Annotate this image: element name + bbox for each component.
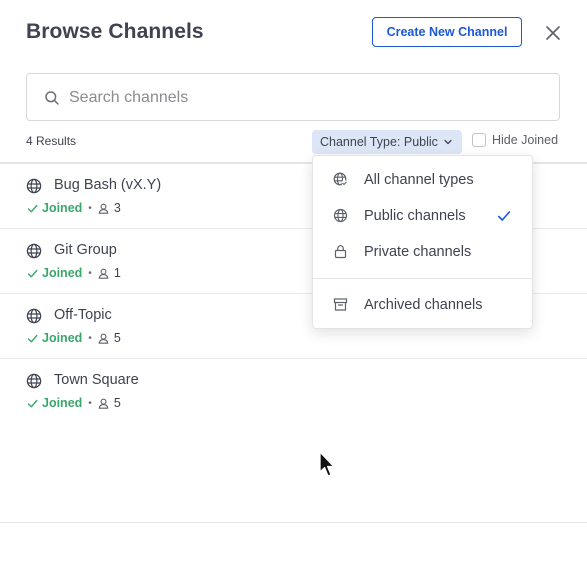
menu-item-private-channels[interactable]: Private channels: [313, 234, 532, 270]
hide-joined-checkbox[interactable]: [472, 133, 486, 147]
globe-icon: [26, 373, 42, 389]
chevron-down-icon: [444, 139, 452, 145]
search-box[interactable]: [26, 73, 560, 121]
menu-divider: [313, 278, 532, 279]
member-count: 5: [113, 396, 121, 410]
close-button[interactable]: [543, 23, 563, 43]
hide-joined-toggle[interactable]: Hide Joined: [472, 133, 558, 147]
member-count: 5: [113, 331, 121, 345]
create-new-channel-button[interactable]: Create New Channel: [372, 17, 522, 47]
joined-status: Joined: [42, 201, 83, 215]
channel-type-filter[interactable]: Channel Type: Public: [312, 130, 462, 154]
close-icon: [546, 26, 560, 40]
member-count: 3: [113, 201, 121, 215]
modal-header: Browse Channels Create New Channel: [0, 0, 587, 66]
menu-item-label: Private channels: [364, 244, 472, 260]
hide-joined-label: Hide Joined: [492, 133, 559, 147]
globe-icon: [26, 178, 42, 194]
channel-name[interactable]: Git Group: [54, 242, 117, 258]
menu-item-label: Public channels: [364, 208, 466, 224]
channel-row[interactable]: Town Square Joined • 5: [0, 359, 587, 423]
separator-dot: •: [88, 202, 92, 214]
member-count: 1: [113, 266, 121, 280]
divider: [0, 522, 587, 523]
separator-dot: •: [88, 267, 92, 279]
member-icon: [98, 203, 109, 214]
channel-name[interactable]: Town Square: [54, 372, 139, 388]
mouse-cursor-icon: [319, 451, 335, 477]
results-count: 4 Results: [26, 134, 77, 148]
joined-status: Joined: [42, 266, 83, 280]
menu-item-all-channel-types[interactable]: All channel types: [313, 162, 532, 198]
channel-meta: Joined • 1: [27, 266, 121, 280]
search-input[interactable]: [67, 85, 551, 111]
menu-item-label: Archived channels: [364, 297, 483, 313]
menu-item-label: All channel types: [364, 172, 474, 188]
channel-meta: Joined • 3: [27, 201, 121, 215]
globe-check-icon: [333, 172, 348, 187]
lock-icon: [334, 245, 347, 259]
check-icon: [27, 269, 38, 277]
globe-icon: [26, 308, 42, 324]
channel-meta: Joined • 5: [27, 331, 121, 345]
check-icon: [27, 334, 38, 342]
globe-icon: [333, 208, 348, 223]
modal-title: Browse Channels: [26, 20, 204, 43]
menu-item-archived-channels[interactable]: Archived channels: [313, 287, 532, 323]
channel-name[interactable]: Off-Topic: [54, 307, 112, 323]
member-icon: [98, 268, 109, 279]
channel-meta: Joined • 5: [27, 396, 121, 410]
joined-status: Joined: [42, 331, 83, 345]
separator-dot: •: [88, 397, 92, 409]
channel-type-menu: All channel types Public channels Privat…: [312, 155, 533, 329]
channel-name[interactable]: Bug Bash (vX.Y): [54, 177, 161, 193]
search-icon: [45, 91, 59, 105]
menu-item-public-channels[interactable]: Public channels: [313, 198, 532, 234]
joined-status: Joined: [42, 396, 83, 410]
globe-icon: [26, 243, 42, 259]
channel-type-filter-label: Channel Type: Public: [320, 135, 438, 149]
archive-icon: [333, 298, 348, 311]
check-icon: [27, 204, 38, 212]
check-icon: [498, 211, 511, 221]
check-icon: [27, 399, 38, 407]
separator-dot: •: [88, 332, 92, 344]
member-icon: [98, 333, 109, 344]
member-icon: [98, 398, 109, 409]
